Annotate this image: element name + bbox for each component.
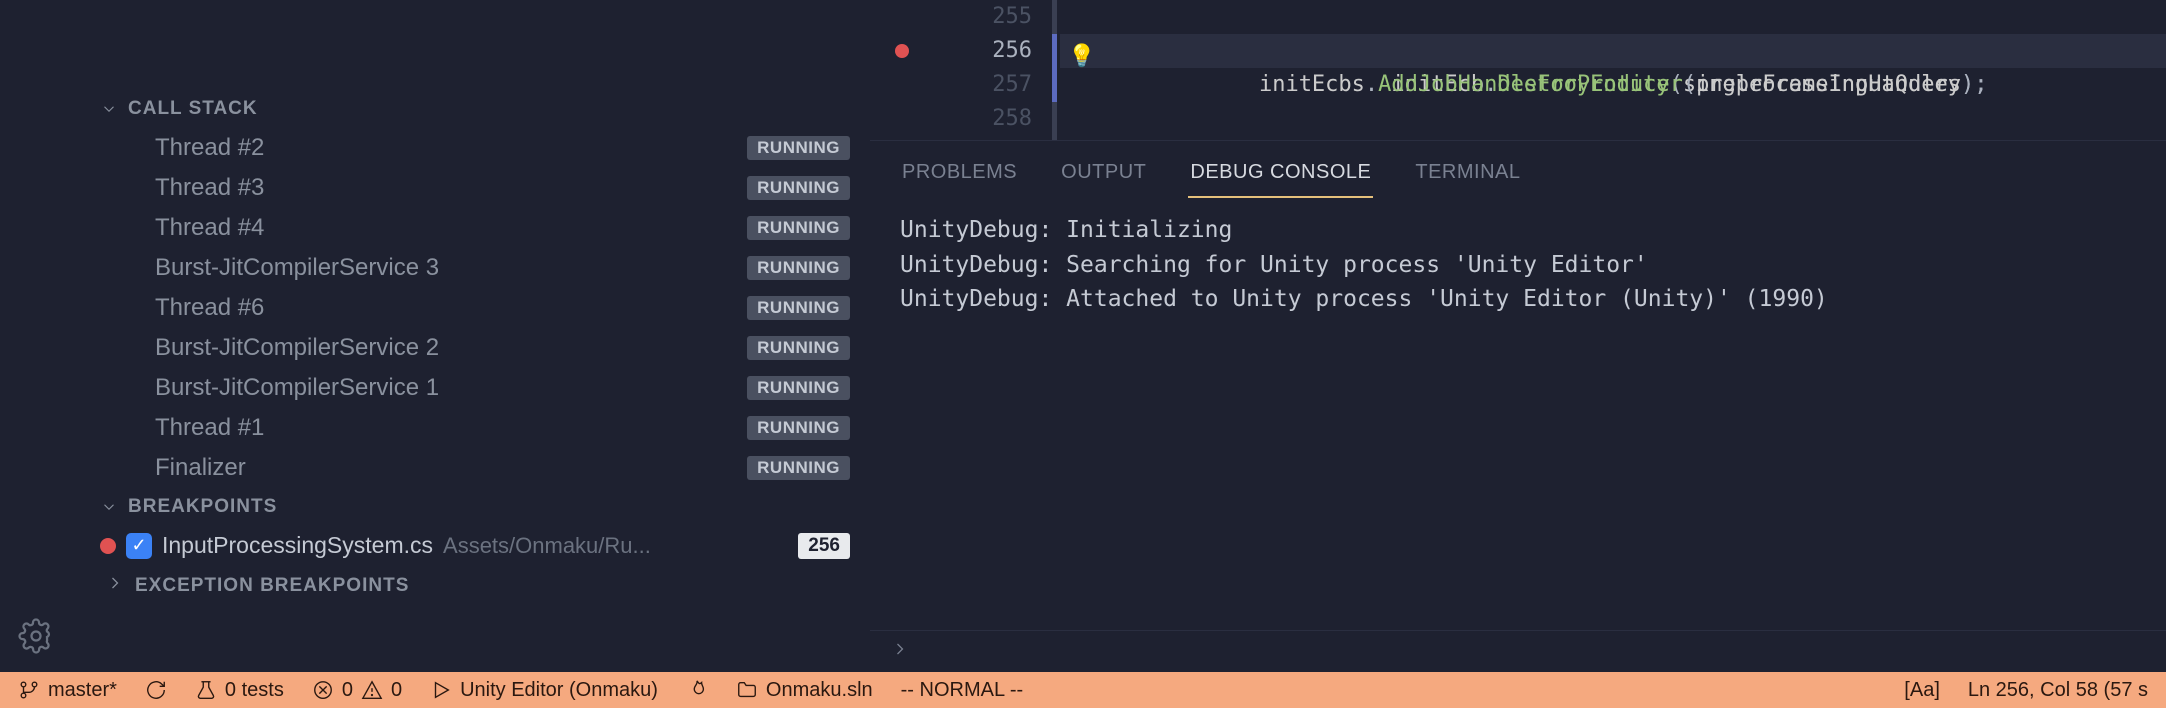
thread-name: Finalizer bbox=[155, 454, 747, 482]
code-line[interactable] bbox=[1060, 102, 2166, 136]
chevron-right-icon bbox=[105, 573, 125, 599]
solution-status[interactable]: Onmaku.sln bbox=[736, 679, 873, 702]
errors-status[interactable]: 0 0 bbox=[312, 679, 402, 702]
debug-target[interactable]: Unity Editor (Onmaku) bbox=[430, 679, 658, 702]
chevron-right-icon bbox=[890, 639, 910, 665]
error-icon bbox=[312, 679, 334, 701]
thread-name: Thread #2 bbox=[155, 134, 747, 162]
breakpoint-item[interactable]: ✓ InputProcessingSystem.cs Assets/Onmaku… bbox=[0, 526, 870, 565]
flame-icon bbox=[686, 679, 708, 701]
editor-gutter[interactable]: 255 256 257 258 bbox=[870, 0, 1050, 140]
tab-terminal[interactable]: TERMINAL bbox=[1413, 155, 1522, 198]
thread-name: Burst-JitCompilerService 3 bbox=[155, 254, 747, 282]
folder-icon bbox=[736, 679, 758, 701]
thread-row[interactable]: Thread #3RUNNING bbox=[0, 168, 870, 208]
thread-name: Thread #4 bbox=[155, 214, 747, 242]
code-line[interactable] bbox=[1060, 0, 2166, 34]
thread-row[interactable]: Burst-JitCompilerService 2RUNNING bbox=[0, 328, 870, 368]
line-number[interactable]: 257 bbox=[870, 68, 1050, 102]
line-number[interactable]: 258 bbox=[870, 102, 1050, 136]
thread-status-badge: RUNNING bbox=[747, 376, 850, 400]
indent-ruler bbox=[1050, 0, 1060, 140]
thread-row[interactable]: Burst-JitCompilerService 3RUNNING bbox=[0, 248, 870, 288]
thread-status-badge: RUNNING bbox=[747, 456, 850, 480]
tests-status[interactable]: 0 tests bbox=[195, 679, 284, 702]
callstack-label: CALL STACK bbox=[128, 98, 258, 120]
tab-problems[interactable]: PROBLEMS bbox=[900, 155, 1019, 198]
case-sensitivity[interactable]: [Aa] bbox=[1904, 679, 1940, 702]
sync-button[interactable] bbox=[145, 679, 167, 701]
sync-icon bbox=[145, 679, 167, 701]
git-branch-status[interactable]: master* bbox=[18, 679, 117, 702]
thread-name: Thread #1 bbox=[155, 414, 747, 442]
warning-icon bbox=[361, 679, 383, 701]
debug-sidebar: CALL STACK Thread #2RUNNINGThread #3RUNN… bbox=[0, 0, 870, 672]
cursor-position[interactable]: Ln 256, Col 58 (57 s bbox=[1968, 679, 2148, 702]
bottom-panel: PROBLEMS OUTPUT DEBUG CONSOLE TERMINAL U… bbox=[870, 140, 2166, 672]
panel-tabs: PROBLEMS OUTPUT DEBUG CONSOLE TERMINAL bbox=[870, 141, 2166, 199]
play-icon bbox=[430, 679, 452, 701]
line-number[interactable]: 256 bbox=[870, 34, 1050, 68]
code-line[interactable]: 💡 initEcb.DestroyEntity(singleFrameInput… bbox=[1060, 34, 2166, 68]
thread-row[interactable]: Burst-JitCompilerService 1RUNNING bbox=[0, 368, 870, 408]
beaker-icon bbox=[195, 679, 217, 701]
vim-mode: -- NORMAL -- bbox=[901, 679, 1024, 702]
thread-status-badge: RUNNING bbox=[747, 216, 850, 240]
thread-status-badge: RUNNING bbox=[747, 416, 850, 440]
exception-breakpoints-label: EXCEPTION BREAKPOINTS bbox=[135, 575, 409, 597]
debug-console-input[interactable] bbox=[870, 630, 2166, 672]
breakpoint-marker-icon[interactable] bbox=[895, 44, 909, 58]
breakpoint-line-badge: 256 bbox=[798, 533, 850, 559]
breakpoints-header[interactable]: BREAKPOINTS bbox=[0, 488, 870, 526]
thread-status-badge: RUNNING bbox=[747, 176, 850, 200]
tab-debug-console[interactable]: DEBUG CONSOLE bbox=[1188, 155, 1373, 198]
chevron-down-icon bbox=[100, 498, 118, 516]
editor-panel-area: 255 256 257 258 💡 initEcb.DestroyEntity(… bbox=[870, 0, 2166, 672]
exception-breakpoints-header[interactable]: EXCEPTION BREAKPOINTS bbox=[0, 565, 870, 607]
breakpoint-checkbox[interactable]: ✓ bbox=[126, 533, 152, 559]
breakpoint-path: Assets/Onmaku/Ru... bbox=[443, 533, 651, 559]
code-editor[interactable]: 255 256 257 258 💡 initEcb.DestroyEntity(… bbox=[870, 0, 2166, 140]
gear-icon[interactable] bbox=[18, 618, 54, 654]
code-body[interactable]: 💡 initEcb.DestroyEntity(singleFrameInput… bbox=[1060, 0, 2166, 140]
thread-status-badge: RUNNING bbox=[747, 256, 850, 280]
thread-status-badge: RUNNING bbox=[747, 296, 850, 320]
breakpoint-dot-icon bbox=[100, 538, 116, 554]
thread-status-badge: RUNNING bbox=[747, 136, 850, 160]
thread-name: Thread #6 bbox=[155, 294, 747, 322]
thread-status-badge: RUNNING bbox=[747, 336, 850, 360]
thread-row[interactable]: Thread #1RUNNING bbox=[0, 408, 870, 448]
tab-output[interactable]: OUTPUT bbox=[1059, 155, 1148, 198]
breakpoint-file: InputProcessingSystem.cs bbox=[162, 532, 433, 559]
thread-name: Thread #3 bbox=[155, 174, 747, 202]
git-branch-icon bbox=[18, 679, 40, 701]
line-number[interactable]: 255 bbox=[870, 0, 1050, 34]
callstack-header[interactable]: CALL STACK bbox=[0, 90, 870, 128]
flame-status[interactable] bbox=[686, 679, 708, 701]
chevron-down-icon bbox=[100, 100, 118, 118]
status-bar: master* 0 tests 0 0 Unity Editor (Onmaku… bbox=[0, 672, 2166, 708]
thread-row[interactable]: Thread #2RUNNING bbox=[0, 128, 870, 168]
debug-console-output[interactable]: UnityDebug: Initializing UnityDebug: Sea… bbox=[870, 199, 2166, 630]
thread-row[interactable]: FinalizerRUNNING bbox=[0, 448, 870, 488]
code-line[interactable]: initEcbs.AddJobHandleForProducer(preproc… bbox=[1060, 68, 2166, 102]
thread-row[interactable]: Thread #4RUNNING bbox=[0, 208, 870, 248]
thread-name: Burst-JitCompilerService 2 bbox=[155, 334, 747, 362]
breakpoints-label: BREAKPOINTS bbox=[128, 496, 277, 518]
thread-name: Burst-JitCompilerService 1 bbox=[155, 374, 747, 402]
thread-row[interactable]: Thread #6RUNNING bbox=[0, 288, 870, 328]
